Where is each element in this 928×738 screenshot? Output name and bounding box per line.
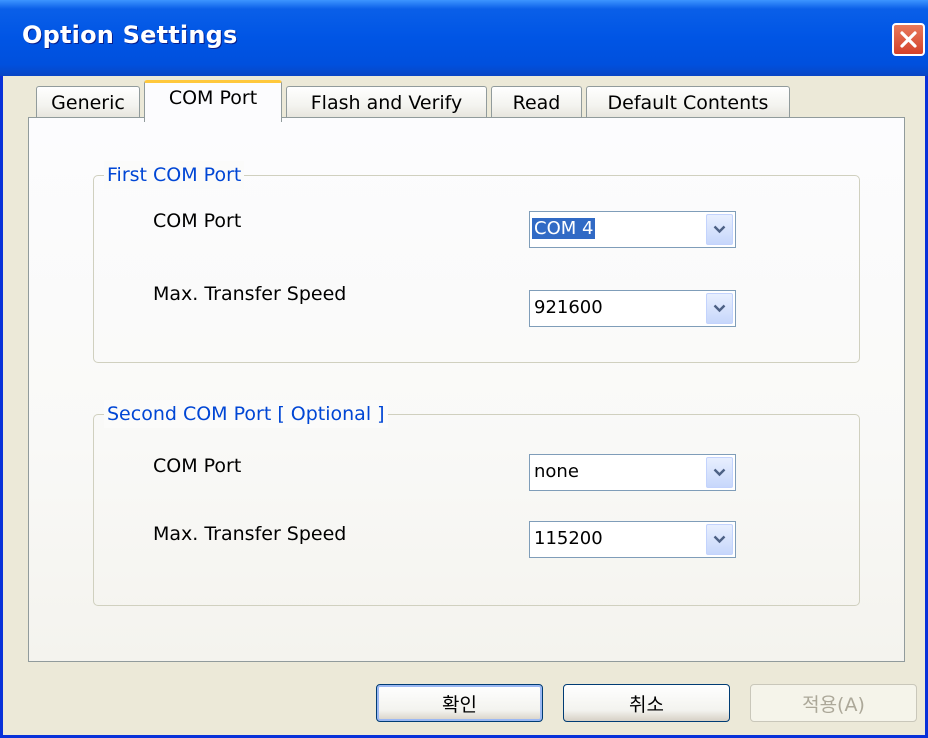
tab-com-port[interactable]: COM Port (144, 80, 282, 122)
dropdown-button[interactable] (706, 214, 733, 245)
dropdown-button[interactable] (706, 457, 733, 488)
second-speed-value: 115200 (534, 528, 603, 549)
tab-label: Read (512, 91, 561, 114)
tab-generic[interactable]: Generic (36, 86, 140, 118)
chevron-down-icon (713, 535, 726, 544)
option-settings-window: Option Settings Generic COM Port Flash a… (0, 0, 928, 738)
chevron-down-icon (713, 468, 726, 477)
close-icon (900, 31, 917, 48)
first-com-port-legend: First COM Port (104, 161, 245, 189)
first-speed-label: Max. Transfer Speed (153, 283, 347, 305)
first-com-port-value: COM 4 (532, 218, 596, 239)
first-com-port-group: First COM Port (93, 161, 860, 363)
window-title: Option Settings (22, 21, 238, 49)
tab-label: Flash and Verify (310, 91, 463, 114)
tab-flash-and-verify[interactable]: Flash and Verify (286, 86, 487, 118)
second-com-port-value: none (534, 461, 579, 482)
second-com-port-select[interactable]: none (529, 454, 736, 491)
chevron-down-icon (713, 304, 726, 313)
first-speed-select[interactable]: 921600 (529, 290, 736, 327)
first-speed-value: 921600 (534, 297, 603, 318)
second-speed-label: Max. Transfer Speed (153, 523, 347, 545)
apply-button-label: 적용(A) (802, 693, 865, 716)
tab-label: Generic (51, 91, 125, 114)
dropdown-button[interactable] (706, 524, 733, 555)
apply-button[interactable]: 적용(A) (750, 684, 917, 722)
cancel-button-label: 취소 (629, 693, 664, 716)
tab-label: Default Contents (607, 91, 769, 114)
second-com-port-group: Second COM Port [ Optional ] (93, 400, 860, 606)
title-bar[interactable]: Option Settings (0, 0, 928, 76)
ok-button[interactable]: 확인 (376, 684, 543, 722)
tab-default-contents[interactable]: Default Contents (586, 86, 790, 118)
dropdown-button[interactable] (706, 293, 733, 324)
chevron-down-icon (713, 225, 726, 234)
close-button[interactable] (892, 23, 925, 56)
tab-panel-com-port: First COM Port COM Port COM 4 Max. Trans… (28, 117, 905, 662)
cancel-button[interactable]: 취소 (563, 684, 730, 722)
second-com-port-label: COM Port (153, 455, 242, 477)
first-com-port-label: COM Port (153, 210, 242, 232)
ok-button-label: 확인 (442, 693, 477, 716)
second-speed-select[interactable]: 115200 (529, 521, 736, 558)
tab-read[interactable]: Read (491, 86, 582, 118)
second-com-port-legend: Second COM Port [ Optional ] (104, 400, 388, 428)
first-com-port-select[interactable]: COM 4 (529, 211, 736, 248)
tab-label: COM Port (168, 87, 258, 109)
